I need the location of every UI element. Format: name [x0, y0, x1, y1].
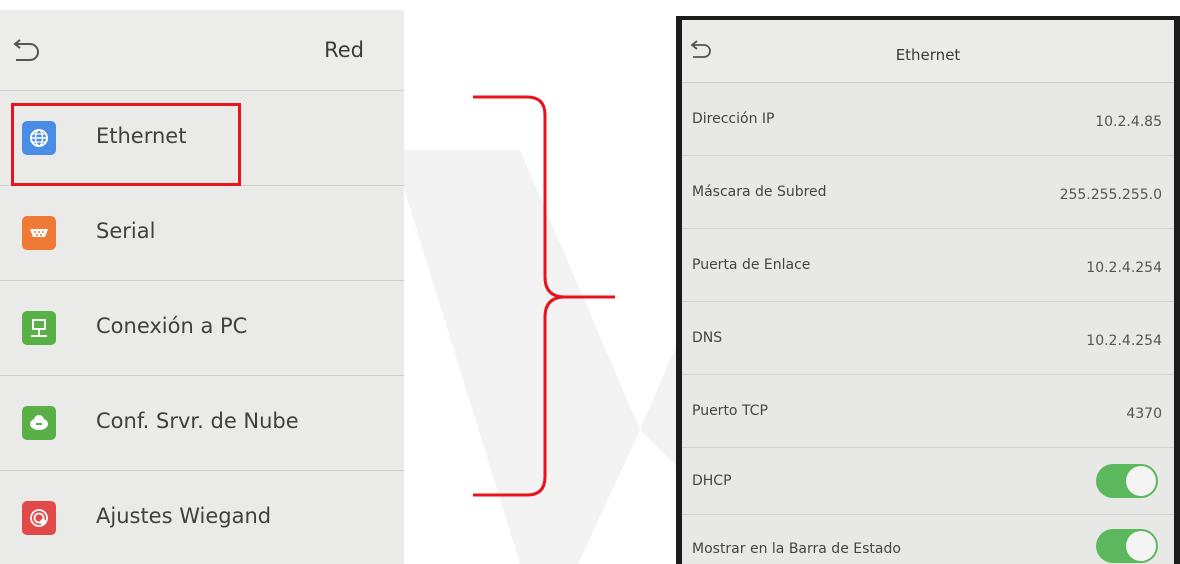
cloud-icon [22, 406, 56, 440]
setting-value: 10.2.4.254 [1086, 260, 1162, 276]
setting-value: 255.255.255.0 [1059, 187, 1162, 203]
tcp-port-row[interactable]: Puerto TCP 4370 [682, 375, 1174, 448]
dhcp-toggle[interactable] [1096, 464, 1158, 498]
network-menu-title: Red [324, 38, 364, 62]
toggle-knob [1126, 531, 1156, 561]
menu-item-pc-connection[interactable]: Conexión a PC [0, 281, 404, 376]
status-bar-row: Mostrar en la Barra de Estado [682, 515, 1174, 564]
menu-item-label: Conexión a PC [96, 314, 248, 338]
menu-item-cloud-server[interactable]: Conf. Srvr. de Nube [0, 376, 404, 471]
network-menu-header: Red [0, 10, 404, 91]
serial-port-icon [22, 216, 56, 250]
setting-label: Puerto TCP [692, 403, 768, 419]
setting-value: 10.2.4.85 [1095, 114, 1162, 130]
menu-item-label: Conf. Srvr. de Nube [96, 409, 299, 433]
setting-value: 10.2.4.254 [1086, 333, 1162, 349]
menu-item-serial[interactable]: Serial [0, 186, 404, 281]
menu-item-label: Ajustes Wiegand [96, 504, 272, 528]
subnet-mask-row[interactable]: Máscara de Subred 255.255.255.0 [682, 156, 1174, 229]
back-arrow-icon[interactable] [10, 38, 44, 66]
network-menu-screen: Red Ethernet Serial Conexión a PC Conf. … [0, 10, 404, 564]
status-bar-toggle[interactable] [1096, 529, 1158, 563]
curly-brace-arrow-icon [473, 95, 615, 497]
ethernet-settings-header: Ethernet [682, 20, 1174, 83]
ip-address-row[interactable]: Dirección IP 10.2.4.85 [682, 83, 1174, 156]
dhcp-row: DHCP [682, 448, 1174, 515]
dns-row[interactable]: DNS 10.2.4.254 [682, 302, 1174, 375]
menu-item-wiegand[interactable]: Ajustes Wiegand [0, 471, 404, 564]
toggle-knob [1126, 466, 1156, 496]
wiegand-icon [22, 501, 56, 535]
setting-label: Mostrar en la Barra de Estado [692, 541, 901, 557]
ethernet-settings-device: Ethernet Dirección IP 10.2.4.85 Máscara … [676, 16, 1180, 564]
setting-label: DHCP [692, 473, 732, 489]
ethernet-highlight-box [11, 103, 241, 186]
setting-value: 4370 [1126, 406, 1162, 422]
ethernet-settings-screen: Ethernet Dirección IP 10.2.4.85 Máscara … [682, 20, 1174, 564]
setting-label: Dirección IP [692, 111, 775, 127]
ethernet-settings-title: Ethernet [895, 46, 961, 64]
composite-screenshot: Red Ethernet Serial Conexión a PC Conf. … [0, 0, 1180, 564]
menu-item-label: Serial [96, 219, 156, 243]
setting-label: Puerta de Enlace [692, 257, 811, 273]
setting-label: DNS [692, 330, 723, 346]
setting-label: Máscara de Subred [692, 184, 827, 200]
pc-connection-icon [22, 311, 56, 345]
gateway-row[interactable]: Puerta de Enlace 10.2.4.254 [682, 229, 1174, 302]
